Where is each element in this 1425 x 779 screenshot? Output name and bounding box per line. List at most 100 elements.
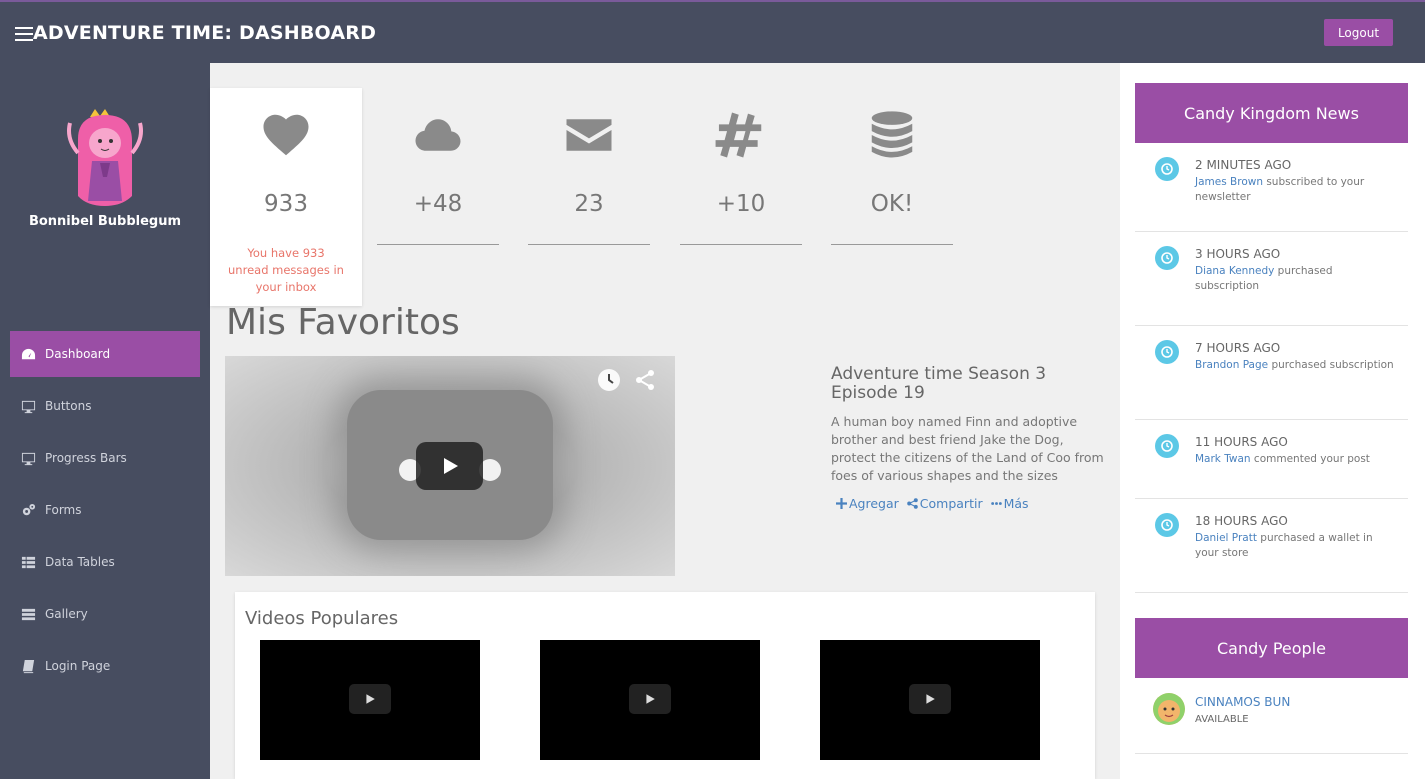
clock-icon <box>1155 513 1179 537</box>
stat-card-mail[interactable]: 23 <box>513 88 665 306</box>
monitor-icon <box>20 399 36 413</box>
stat-value: +10 <box>716 191 766 217</box>
heart-icon <box>210 108 362 164</box>
clock-icon <box>1155 157 1179 181</box>
more-label: Más <box>1003 496 1029 511</box>
grid-icon <box>20 555 36 569</box>
stat-divider <box>377 244 499 245</box>
ellipsis-icon <box>990 502 1002 505</box>
news-user-link[interactable]: Diana Kennedy <box>1195 265 1274 277</box>
video-description: A human boy named Finn and adoptive brot… <box>831 414 1104 483</box>
play-button[interactable] <box>349 684 391 714</box>
top-bar: ADVENTURE TIME: DASHBOARD Logout <box>0 0 1425 63</box>
play-button[interactable] <box>629 684 671 714</box>
person-status: AVAILABLE <box>1195 714 1249 725</box>
share-link[interactable]: Compartir <box>907 496 983 511</box>
people-header: Candy People <box>1135 618 1408 678</box>
popular-video[interactable] <box>820 640 1040 760</box>
play-icon <box>926 694 935 704</box>
stat-value: 23 <box>574 191 604 217</box>
news-time: 18 HOURS AGO <box>1195 514 1288 528</box>
video-title: Adventure time Season 3 Episode 19 <box>831 364 1047 403</box>
stat-divider <box>831 244 953 245</box>
share-icon[interactable] <box>633 368 657 392</box>
book-icon <box>20 659 36 673</box>
play-icon <box>646 694 655 704</box>
stat-card-hashtag[interactable]: +10 <box>665 88 817 306</box>
sidebar-item-label: Forms <box>45 503 82 517</box>
stat-card-cloud[interactable]: +48 <box>362 88 514 306</box>
news-time: 7 HOURS AGO <box>1195 341 1281 355</box>
news-item[interactable]: 2 MINUTES AGO James Brown subscribed to … <box>1135 143 1408 232</box>
gears-icon <box>20 503 36 517</box>
person-item[interactable]: CINNAMOS BUN AVAILABLE <box>1135 678 1408 754</box>
stat-value: 933 <box>264 191 308 217</box>
news-user-link[interactable]: Mark Twan <box>1195 453 1251 465</box>
popular-video[interactable] <box>540 640 760 760</box>
news-time: 3 HOURS AGO <box>1195 247 1281 261</box>
news-item[interactable]: 3 HOURS AGO Diana Kennedy purchased subs… <box>1135 232 1408 326</box>
clock-icon <box>1155 246 1179 270</box>
video-actions: Agregar Compartir Más <box>836 496 1029 511</box>
play-button[interactable] <box>416 442 483 490</box>
news-action: purchased subscription <box>1268 359 1394 371</box>
news-item[interactable]: 7 HOURS AGO Brandon Page purchased subsc… <box>1135 326 1408 420</box>
sidebar-item-buttons[interactable]: Buttons <box>10 383 200 429</box>
news-header: Candy Kingdom News <box>1135 83 1408 143</box>
list-icon <box>20 607 36 621</box>
news-time: 11 HOURS AGO <box>1195 435 1288 449</box>
popular-videos-panel: Videos Populares <box>235 592 1095 779</box>
sidebar-item-label: Buttons <box>45 399 92 413</box>
cloud-icon <box>362 108 514 164</box>
favorites-title: Mis Favoritos <box>226 302 460 343</box>
stat-divider <box>680 244 802 245</box>
avatar <box>67 109 143 206</box>
right-panel: Candy Kingdom News 2 MINUTES AGO James B… <box>1120 63 1425 779</box>
share-label: Compartir <box>919 496 983 511</box>
popular-video[interactable] <box>260 640 480 760</box>
stat-value: +48 <box>413 191 463 217</box>
person-name[interactable]: CINNAMOS BUN <box>1195 695 1290 709</box>
sidebar-item-label: Gallery <box>45 607 88 621</box>
sidebar-item-label: Login Page <box>45 659 111 673</box>
sidebar-item-gallery[interactable]: Gallery <box>10 591 200 637</box>
sidebar-item-label: Data Tables <box>45 555 115 569</box>
stat-value: OK! <box>870 191 914 217</box>
dashboard-icon <box>20 347 36 361</box>
news-item[interactable]: 18 HOURS AGO Daniel Pratt purchased a wa… <box>1135 499 1408 593</box>
share-icon <box>907 498 918 509</box>
play-button[interactable] <box>909 684 951 714</box>
news-text: Daniel Pratt purchased a wallet in your … <box>1195 531 1395 561</box>
add-link[interactable]: Agregar <box>836 496 899 511</box>
news-text: Brandon Page purchased subscription <box>1195 358 1395 373</box>
sidebar-item-data-tables[interactable]: Data Tables <box>10 539 200 585</box>
popular-title: Videos Populares <box>245 608 399 629</box>
sidebar-item-login-page[interactable]: Login Page <box>10 643 200 689</box>
more-link[interactable]: Más <box>990 496 1029 511</box>
sidebar-item-progress-bars[interactable]: Progress Bars <box>10 435 200 481</box>
watch-later-icon[interactable] <box>597 368 621 392</box>
sidebar-item-forms[interactable]: Forms <box>10 487 200 533</box>
news-user-link[interactable]: Daniel Pratt <box>1195 532 1257 544</box>
app-title: ADVENTURE TIME: DASHBOARD <box>33 22 377 44</box>
profile-name: Bonnibel Bubblegum <box>28 214 182 229</box>
news-action: commented your post <box>1250 453 1370 465</box>
stat-card-database[interactable]: OK! <box>816 88 968 306</box>
monitor-icon <box>20 451 36 465</box>
news-text: James Brown subscribed to your newslette… <box>1195 175 1395 205</box>
logout-button[interactable]: Logout <box>1324 19 1393 46</box>
play-icon <box>366 694 375 704</box>
avatar <box>1153 693 1185 725</box>
news-text: Mark Twan commented your post <box>1195 452 1395 467</box>
news-user-link[interactable]: James Brown <box>1195 176 1263 188</box>
sidebar-item-dashboard[interactable]: Dashboard <box>10 331 200 377</box>
hamburger-menu-icon[interactable] <box>15 27 33 41</box>
clock-icon <box>1155 340 1179 364</box>
news-user-link[interactable]: Brandon Page <box>1195 359 1268 371</box>
news-item[interactable]: 11 HOURS AGO Mark Twan commented your po… <box>1135 420 1408 499</box>
news-time: 2 MINUTES AGO <box>1195 158 1292 172</box>
featured-video-player[interactable] <box>225 356 675 576</box>
plus-icon <box>836 498 847 509</box>
stat-card-messages[interactable]: 933 You have 933 unread messages in your… <box>210 88 362 306</box>
hashtag-icon <box>665 108 817 164</box>
